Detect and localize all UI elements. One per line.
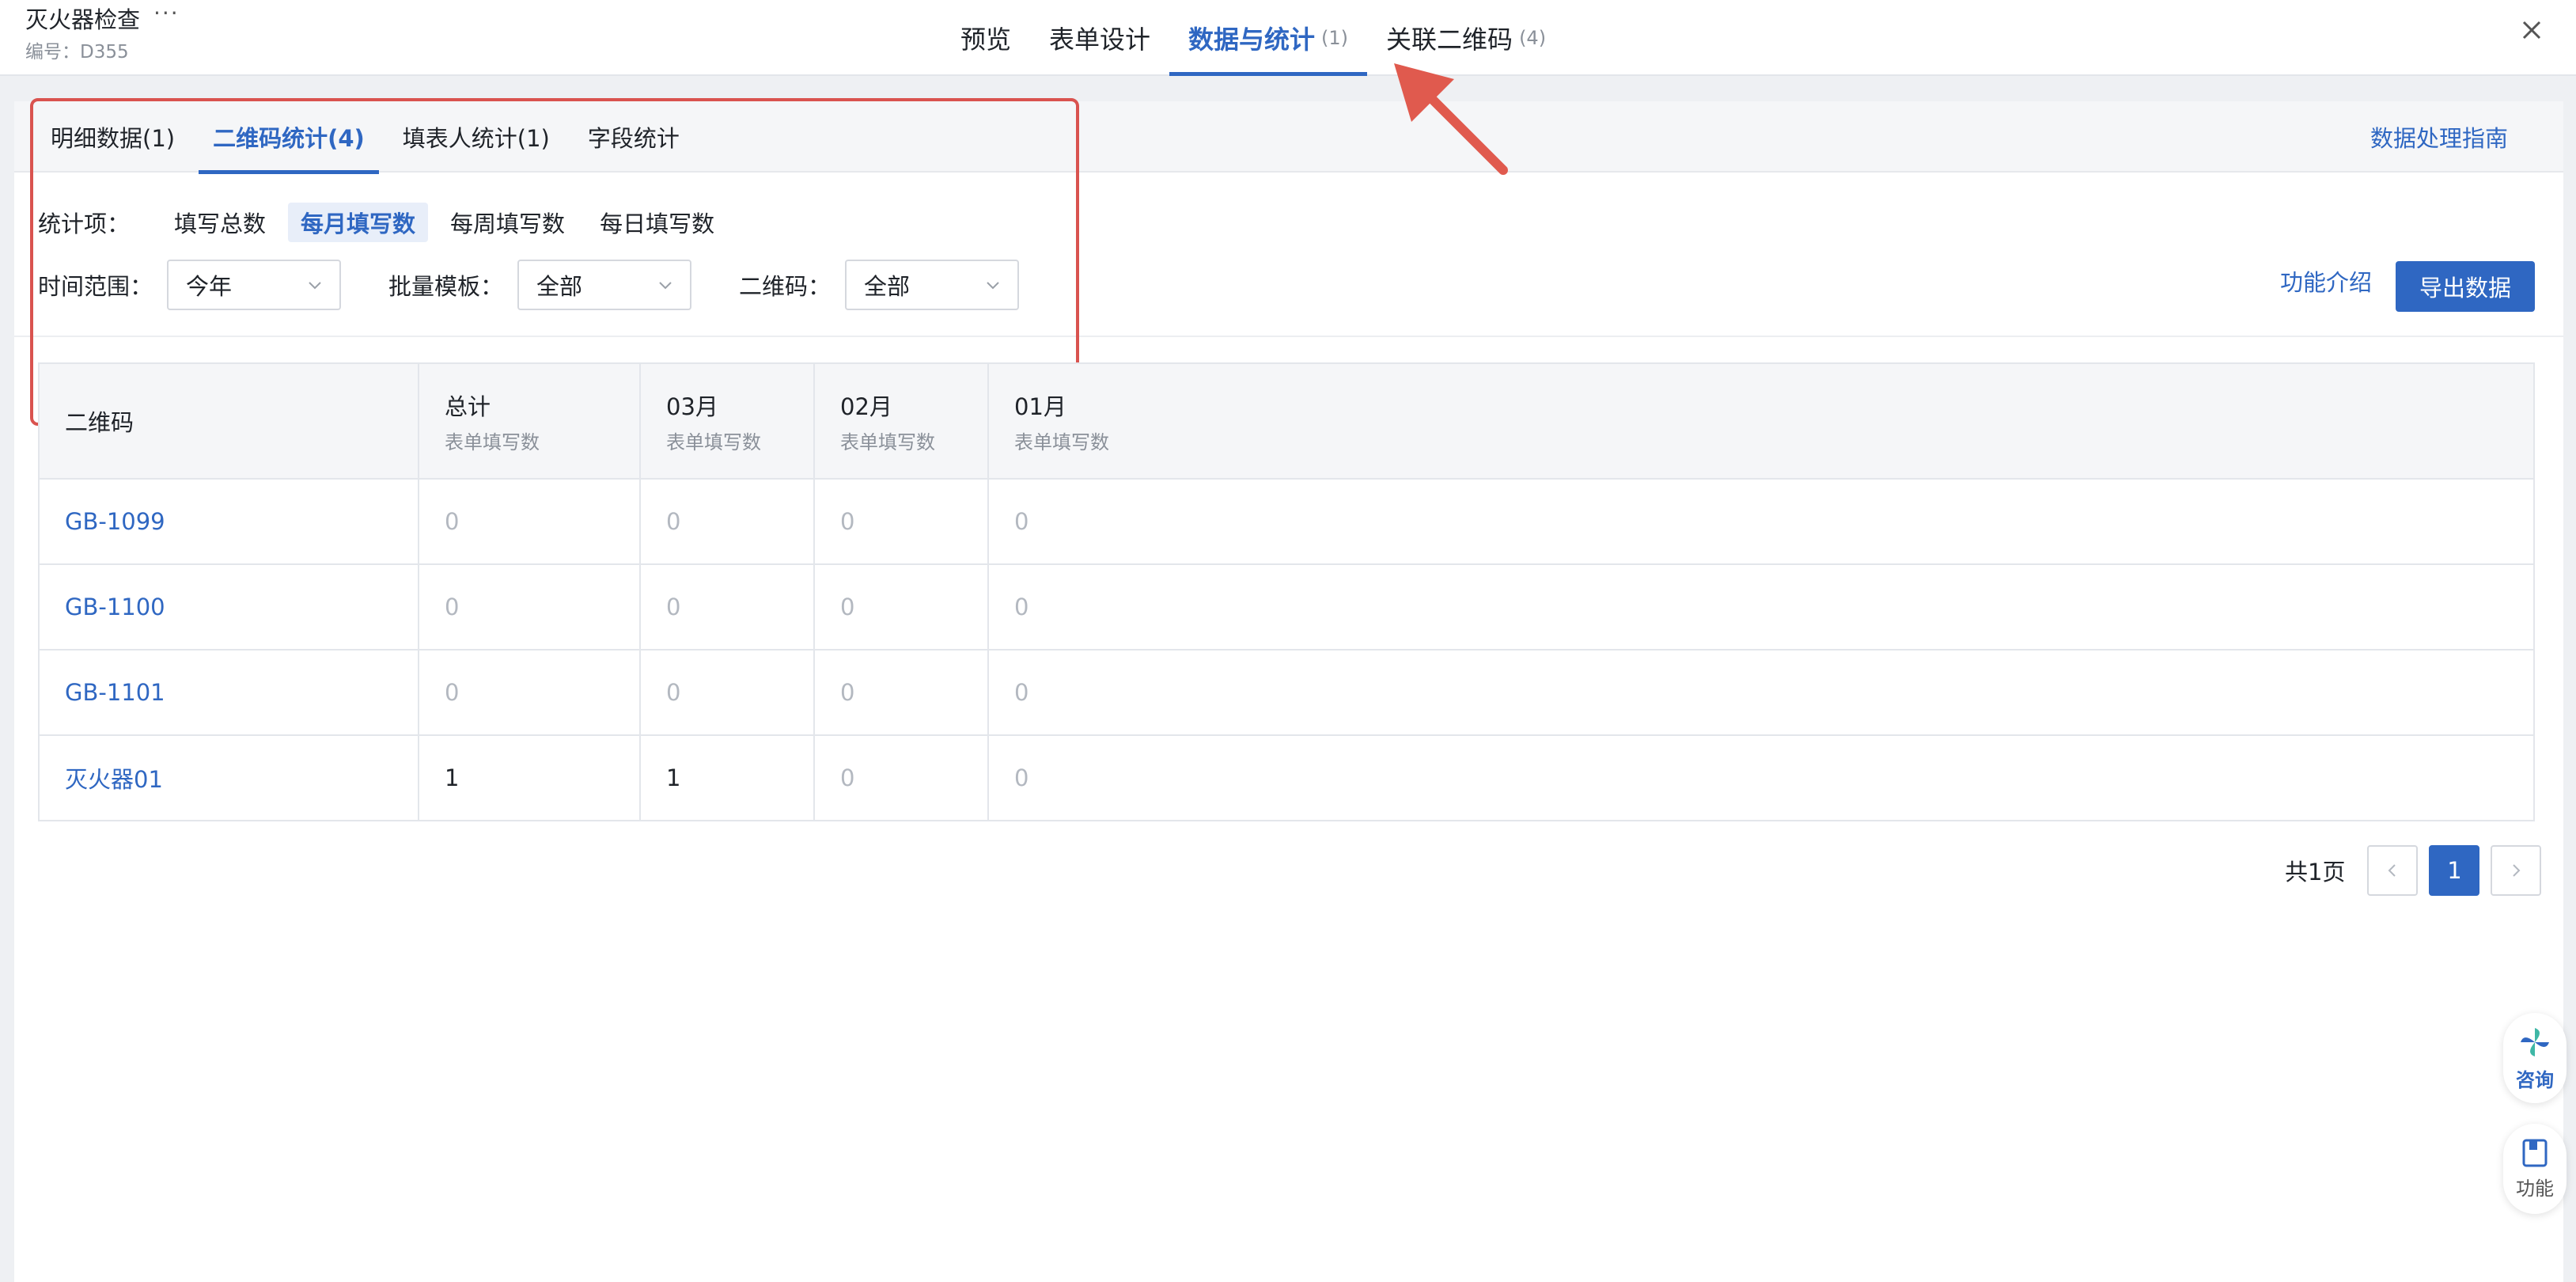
top-header: 灭火器检查 ··· 编号：D355 预览 表单设计 数据与统计 (1) 关联二维… xyxy=(0,0,2576,76)
feature-intro-link[interactable]: 功能介绍 xyxy=(2280,264,2372,298)
table-row: GB-1101 0 0 0 0 xyxy=(39,650,2534,736)
month-03-cell: 1 xyxy=(640,735,815,821)
select-value: 今年 xyxy=(186,273,233,300)
month-01-cell: 0 xyxy=(988,650,2534,736)
chevron-down-icon xyxy=(309,282,321,290)
tab-form-design[interactable]: 表单设计 xyxy=(1030,0,1169,76)
time-range-select[interactable]: 今年 xyxy=(167,260,342,310)
month-01-cell: 0 xyxy=(988,564,2534,650)
pinwheel-icon xyxy=(2521,1027,2549,1056)
tab-label: 预览 xyxy=(960,25,1012,55)
subtabs-bar: 明细数据(1) 二维码统计(4) 填表人统计(1) 字段统计 数据处理指南 xyxy=(14,101,2563,174)
select-value: 全部 xyxy=(536,273,583,300)
statistics-panel: 明细数据(1) 二维码统计(4) 填表人统计(1) 字段统计 数据处理指南 统计… xyxy=(14,98,2563,1282)
more-icon[interactable]: ··· xyxy=(153,0,180,26)
qrcode-cell[interactable]: GB-1101 xyxy=(39,650,419,736)
qrcode-select[interactable]: 全部 xyxy=(845,260,1020,310)
dropdown-filters: 时间范围： 今年 批量模板： 全部 二维码： 全部 xyxy=(38,260,1066,310)
total-cell: 0 xyxy=(419,650,641,736)
time-range-label: 时间范围： xyxy=(38,273,153,300)
qrcode-cell[interactable]: GB-1099 xyxy=(39,479,419,565)
chevron-down-icon xyxy=(659,282,672,290)
consult-label: 咨询 xyxy=(2516,1068,2554,1091)
time-range-group: 时间范围： 今年 xyxy=(38,260,342,310)
divider xyxy=(14,336,2563,337)
total-cell: 0 xyxy=(419,479,641,565)
stat-option-monthly[interactable]: 每月填写数 xyxy=(288,203,429,242)
chevron-right-icon xyxy=(2513,864,2521,877)
month-02-cell: 0 xyxy=(814,650,989,736)
stat-item-label: 统计项： xyxy=(38,211,131,237)
subtab-filler-stats[interactable]: 填表人统计(1) xyxy=(388,101,564,173)
select-value: 全部 xyxy=(864,273,911,300)
tab-label: 数据与统计 xyxy=(1188,25,1316,55)
tab-data-statistics[interactable]: 数据与统计 (1) xyxy=(1169,0,1368,76)
month-03-cell: 0 xyxy=(640,564,815,650)
page-total: 共1页 xyxy=(2285,859,2346,886)
month-02-cell: 0 xyxy=(814,564,989,650)
export-data-button[interactable]: 导出数据 xyxy=(2396,261,2535,312)
batch-template-select[interactable]: 全部 xyxy=(517,260,692,310)
table-row: GB-1100 0 0 0 0 xyxy=(39,564,2534,650)
tab-label: 表单设计 xyxy=(1049,25,1151,55)
stat-option-weekly[interactable]: 每周填写数 xyxy=(438,203,578,242)
tab-count: (1) xyxy=(1321,27,1349,49)
column-header-month-02: 02月 表单填写数 xyxy=(814,363,989,480)
month-01-cell: 0 xyxy=(988,735,2534,821)
month-03-cell: 0 xyxy=(640,479,815,565)
stat-option-total[interactable]: 填写总数 xyxy=(161,203,278,242)
batch-template-group: 批量模板： 全部 xyxy=(388,260,692,310)
table-header-row: 二维码 总计 表单填写数 03月 表单填写数 02月 表单填写数 01月 表单填… xyxy=(39,363,2534,480)
column-header-month-01: 01月 表单填写数 xyxy=(988,363,2534,480)
qrcode-filter-group: 二维码： 全部 xyxy=(739,260,1020,310)
next-page-button[interactable] xyxy=(2491,845,2542,896)
column-header-month-03: 03月 表单填写数 xyxy=(640,363,815,480)
qrcode-cell[interactable]: 灭火器01 xyxy=(39,735,419,821)
column-header-qrcode: 二维码 xyxy=(39,363,419,480)
stat-option-daily[interactable]: 每日填写数 xyxy=(587,203,727,242)
function-label: 功能 xyxy=(2516,1177,2554,1200)
total-cell: 1 xyxy=(419,735,641,821)
prev-page-button[interactable] xyxy=(2367,845,2419,896)
total-cell: 0 xyxy=(419,564,641,650)
data-guide-link[interactable]: 数据处理指南 xyxy=(2370,120,2508,154)
subtab-detail-data[interactable]: 明细数据(1) xyxy=(36,101,189,173)
chevron-down-icon xyxy=(987,282,999,290)
tab-count: (4) xyxy=(1519,27,1547,49)
qrcode-filter-label: 二维码： xyxy=(739,273,832,300)
close-icon[interactable] xyxy=(2516,14,2548,46)
subtab-qrcode-stats[interactable]: 二维码统计(4) xyxy=(199,101,379,174)
month-02-cell: 0 xyxy=(814,479,989,565)
sub-tabs: 明细数据(1) 二维码统计(4) 填表人统计(1) 字段统计 xyxy=(36,101,703,174)
function-float-button[interactable]: 功能 xyxy=(2503,1124,2567,1214)
month-03-cell: 0 xyxy=(640,650,815,736)
pagination: 共1页 1 xyxy=(2285,845,2542,896)
table-row: GB-1099 0 0 0 0 xyxy=(39,479,2534,565)
book-icon xyxy=(2522,1139,2548,1166)
chevron-left-icon xyxy=(2388,864,2396,877)
tab-preview[interactable]: 预览 xyxy=(941,0,1030,76)
table-row: 灭火器01 1 1 0 0 xyxy=(39,735,2534,821)
form-title: 灭火器检查 xyxy=(25,6,141,33)
subtab-field-stats[interactable]: 字段统计 xyxy=(574,101,694,173)
stat-item-filter: 统计项： 填写总数 每月填写数 每周填写数 每日填写数 xyxy=(38,203,727,242)
consult-float-button[interactable]: 咨询 xyxy=(2503,1013,2567,1103)
month-02-cell: 0 xyxy=(814,735,989,821)
form-code: 编号：D355 xyxy=(25,42,129,63)
month-01-cell: 0 xyxy=(988,479,2534,565)
tab-label: 关联二维码 xyxy=(1386,25,1513,55)
qrcode-stats-table: 二维码 总计 表单填写数 03月 表单填写数 02月 表单填写数 01月 表单填… xyxy=(38,362,2535,821)
page-button-current[interactable]: 1 xyxy=(2429,845,2480,896)
column-header-total: 总计 表单填写数 xyxy=(419,363,641,480)
qrcode-cell[interactable]: GB-1100 xyxy=(39,564,419,650)
batch-template-label: 批量模板： xyxy=(388,273,504,300)
annotation-arrow-icon xyxy=(1394,63,1508,175)
